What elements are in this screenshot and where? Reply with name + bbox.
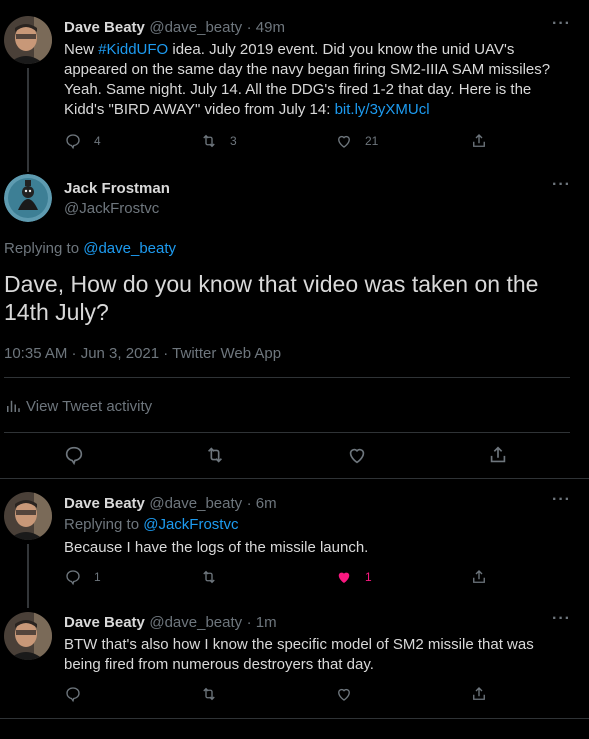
like-button[interactable]: 21 [335,132,378,150]
avatar[interactable] [4,16,52,64]
author-name[interactable]: Dave Beaty [64,495,145,512]
tweet-header: Dave Beaty @dave_beaty · 1m [64,614,277,632]
reply-button[interactable]: 1 [64,568,101,586]
tweet-header: Dave Beaty @dave_beaty · 6m [64,495,277,513]
reply-icon [66,134,80,150]
divider [4,432,570,433]
share-button[interactable] [470,132,488,150]
heart-filled-icon [338,572,350,583]
reply-count: 1 [94,570,101,584]
more-options-icon[interactable]: ··· [552,491,571,509]
retweet-button[interactable]: 3 [200,132,237,150]
reply-icon [66,570,80,586]
share-icon [473,687,485,700]
reply-icon [65,446,83,466]
retweet-icon [207,447,223,463]
more-options-icon[interactable]: ··· [552,15,571,33]
url-link[interactable]: bit.ly/3yXMUcl [335,101,430,118]
avatar[interactable] [4,492,52,540]
tweet-header: Dave Beaty @dave_beaty · 49m [64,19,285,37]
author-handle[interactable]: @JackFrostvc [64,200,170,217]
like-button[interactable] [346,444,368,466]
heart-icon [338,688,350,701]
like-count: 21 [365,134,379,148]
divider [0,478,589,479]
author-handle[interactable]: @dave_beaty [149,19,242,36]
retweet-icon [203,134,215,148]
main-tweet-author[interactable]: Jack Frostman @JackFrostvc [64,180,170,217]
tweet-time[interactable]: · 49m [247,19,285,36]
divider [4,377,570,378]
like-button[interactable] [335,685,353,703]
replying-to-link[interactable]: @dave_beaty [83,240,176,257]
hashtag-link[interactable]: #KiddUFO [98,41,168,58]
like-count: 1 [365,570,372,584]
tweet-time[interactable]: · 1m [247,614,277,631]
reply-icon [66,687,80,703]
tweet-text: BTW that's also how I know the specific … [64,636,534,673]
retweet-button[interactable] [200,685,218,703]
retweet-button[interactable] [200,568,218,586]
retweet-count: 3 [230,134,237,148]
share-button[interactable] [487,444,509,466]
reply-button[interactable]: 4 [64,132,101,150]
main-tweet-text: Dave, How do you know that video was tak… [4,271,539,325]
heart-icon [349,448,365,464]
author-name[interactable]: Dave Beaty [64,19,145,36]
reply-button[interactable] [64,685,82,703]
retweet-button[interactable] [204,444,226,466]
share-icon [473,570,485,583]
replying-to-link[interactable]: @JackFrostvc [143,516,238,533]
thread-line [27,544,29,608]
analytics-icon [7,400,20,412]
tweet-text: New #KiddUFO idea. July 2019 event. Did … [64,41,551,118]
share-icon [473,134,485,147]
more-options-icon[interactable]: ··· [552,610,571,628]
thread-line [27,68,29,172]
heart-icon [338,135,350,148]
avatar[interactable] [4,612,52,660]
tweet-text: Because I have the logs of the missile l… [64,539,369,556]
replying-to: Replying to @dave_beaty [4,240,177,257]
like-button[interactable]: 1 [335,568,372,586]
replying-to: Replying to @JackFrostvc [64,516,239,533]
author-handle[interactable]: @dave_beaty [149,614,242,631]
reply-button[interactable] [63,444,85,466]
avatar[interactable] [4,174,52,222]
tweet-time[interactable]: · 6m [247,495,277,512]
reply-count: 4 [94,134,101,148]
share-button[interactable] [470,568,488,586]
author-name[interactable]: Jack Frostman [64,180,170,197]
share-icon [490,446,506,463]
retweet-icon [203,687,215,701]
more-options-icon[interactable]: ··· [552,176,571,194]
divider [0,718,589,719]
author-name[interactable]: Dave Beaty [64,614,145,631]
view-tweet-activity[interactable]: View Tweet activity [4,397,152,415]
share-button[interactable] [470,685,488,703]
author-handle[interactable]: @dave_beaty [149,495,242,512]
tweet-timestamp[interactable]: 10:35 AM · Jun 3, 2021 · Twitter Web App [4,345,281,362]
retweet-icon [203,570,215,584]
